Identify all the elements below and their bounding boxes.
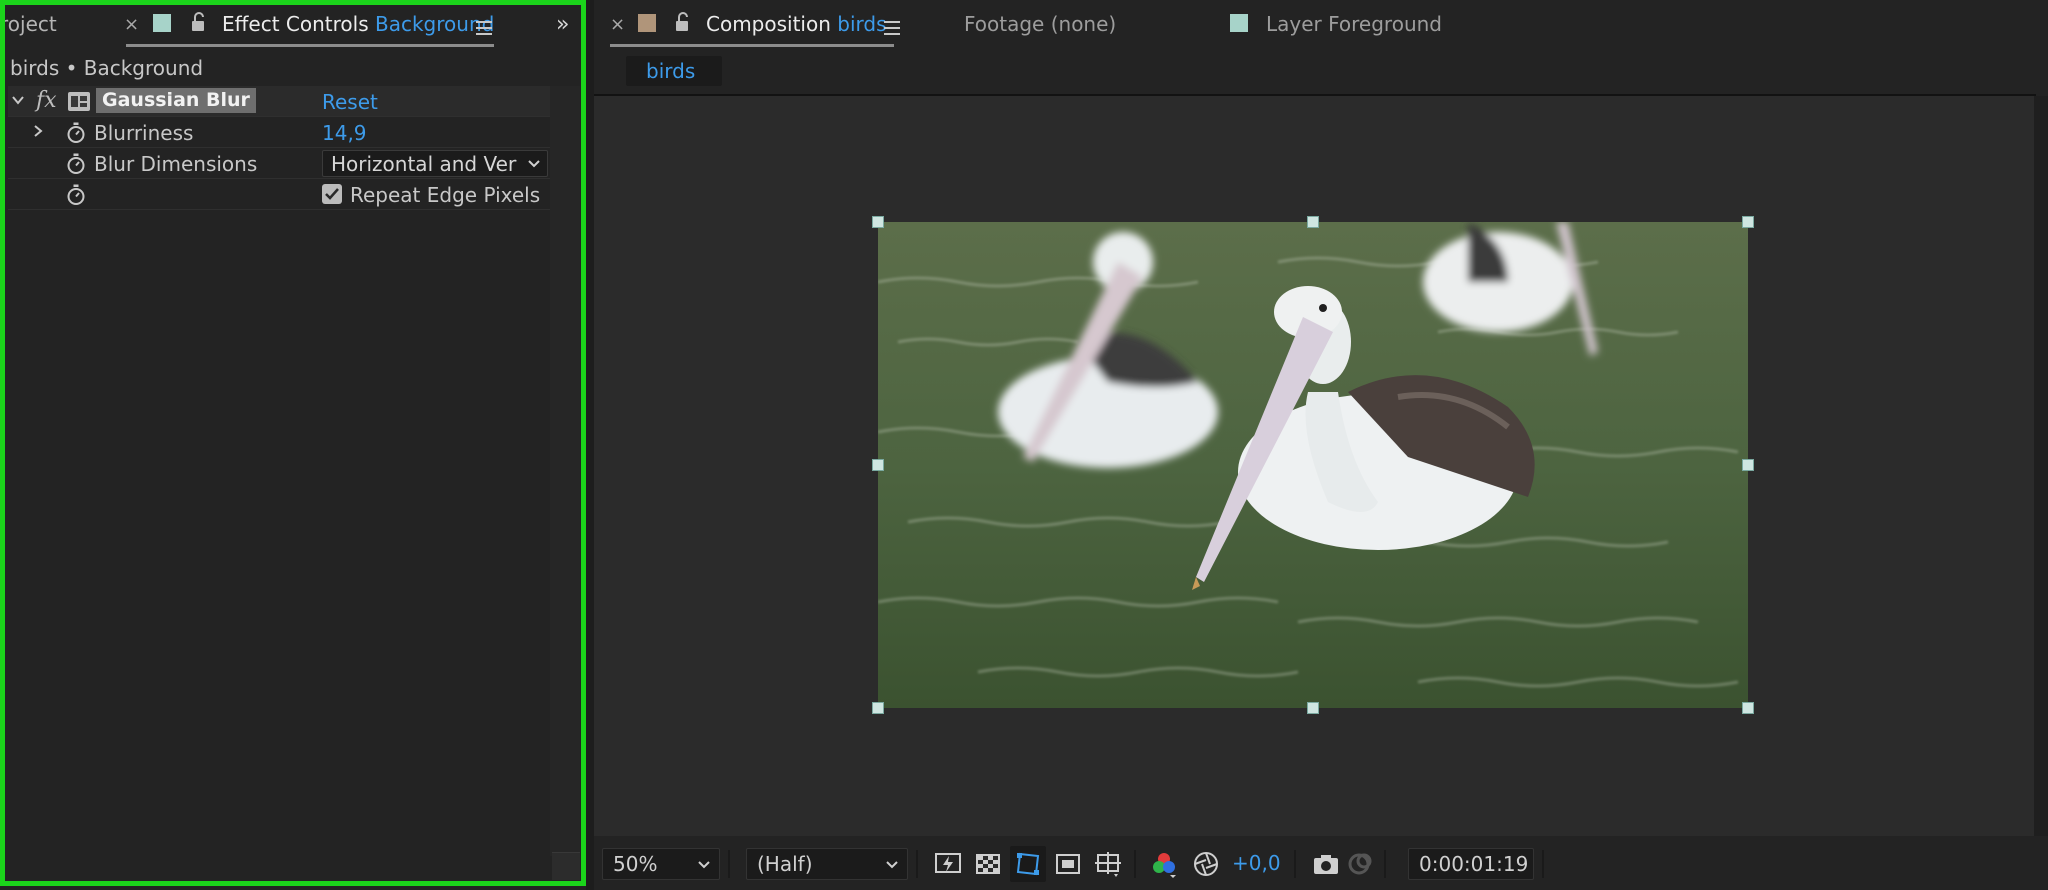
viewer-toolbar: 50% (Half) +0,0 0:00:01:19 — [594, 838, 2048, 890]
divider — [1384, 850, 1386, 878]
layer-bounding-handle[interactable] — [1742, 459, 1754, 471]
close-icon[interactable]: × — [124, 14, 139, 35]
fast-previews-icon[interactable] — [934, 850, 962, 878]
exposure-value[interactable]: +0,0 — [1232, 851, 1281, 875]
zoom-dropdown[interactable]: 50% — [602, 848, 720, 880]
comp-label-color-swatch — [638, 14, 656, 32]
blur-dimensions-dropdown[interactable]: Horizontal and Verti — [322, 150, 548, 177]
viewer-scrollbar[interactable] — [2034, 96, 2048, 836]
stopwatch-icon[interactable] — [66, 184, 86, 206]
dropdown-chevron-icon — [698, 861, 710, 869]
layer-bounding-handle[interactable] — [872, 216, 884, 228]
blurriness-value[interactable]: 14,9 — [322, 121, 367, 145]
layer-label-color-swatch — [153, 14, 171, 32]
layer-bounding-handle[interactable] — [1742, 702, 1754, 714]
checkbox-icon[interactable] — [322, 184, 342, 204]
tab-composition-name: birds — [837, 12, 887, 36]
comp-flowchart-tab-label: birds — [646, 59, 696, 83]
snapshot-icon[interactable] — [1312, 850, 1340, 878]
effect-badge-icon — [68, 92, 90, 111]
composition-panel: × Composition birds Footage (none) Layer… — [594, 0, 2048, 890]
region-of-interest-icon — [1016, 852, 1040, 876]
panel-tab-bar: roject × Effect Controls Background » — [0, 0, 586, 50]
footage-frame[interactable] — [878, 222, 1748, 708]
color-channels-icon[interactable] — [1150, 850, 1178, 878]
layer-bounding-handle[interactable] — [872, 702, 884, 714]
resolution-value: (Half) — [757, 852, 813, 876]
tab-effect-controls-label: Effect Controls — [222, 12, 369, 36]
disclosure-chevron-icon[interactable] — [30, 123, 46, 139]
divider — [1134, 850, 1136, 878]
tab-effect-controls[interactable]: Effect Controls Background — [222, 12, 494, 36]
layer-bounding-handle[interactable] — [1307, 216, 1319, 228]
divider — [728, 850, 730, 878]
effect-parameter-list: fx Gaussian Blur Reset Blurriness 14,9 B… — [8, 86, 550, 210]
disclosure-chevron-icon[interactable] — [10, 92, 26, 108]
param-row-repeat-edge-pixels: Repeat Edge Pixels — [8, 179, 550, 210]
param-label: Blur Dimensions — [94, 152, 258, 176]
dropdown-value: Horizontal and Verti — [331, 152, 517, 176]
zoom-value: 50% — [613, 852, 658, 876]
lock-icon[interactable] — [674, 12, 690, 37]
stopwatch-icon[interactable] — [66, 122, 86, 144]
comp-flowchart-tab[interactable]: birds — [626, 56, 722, 86]
mask-visibility-icon[interactable] — [1054, 850, 1082, 878]
param-row-blurriness: Blurriness 14,9 — [8, 117, 550, 148]
dropdown-chevron-icon — [528, 160, 540, 168]
divider — [916, 850, 918, 878]
pelican-footage-image — [878, 222, 1748, 708]
reset-exposure-icon[interactable] — [1192, 850, 1220, 878]
effect-name[interactable]: Gaussian Blur — [96, 88, 256, 113]
param-row-blur-dimensions: Blur Dimensions Horizontal and Verti — [8, 148, 550, 179]
active-tab-indicator — [126, 44, 494, 47]
tab-project[interactable]: roject — [0, 12, 57, 36]
lock-icon[interactable] — [190, 12, 206, 37]
overflow-chevron-icon[interactable]: » — [556, 12, 569, 37]
composition-viewer[interactable] — [594, 96, 2034, 836]
region-of-interest-button[interactable] — [1010, 846, 1046, 882]
layer-bounding-handle[interactable] — [1742, 216, 1754, 228]
dropdown-chevron-icon — [886, 861, 898, 869]
resolution-dropdown[interactable]: (Half) — [746, 848, 908, 880]
repeat-edge-pixels-label[interactable]: Repeat Edge Pixels — [350, 183, 540, 207]
layer-bounding-handle[interactable] — [1307, 702, 1319, 714]
timecode-display[interactable]: 0:00:01:19 — [1408, 848, 1534, 880]
divider — [1294, 850, 1296, 878]
transparency-grid-icon[interactable] — [974, 850, 1002, 878]
effect-controls-panel: roject × Effect Controls Background » bi… — [0, 0, 586, 890]
timecode-value: 0:00:01:19 — [1419, 852, 1529, 876]
layer-bounding-handle[interactable] — [872, 459, 884, 471]
fx-icon[interactable]: fx — [36, 88, 57, 113]
param-label: Blurriness — [94, 121, 194, 145]
show-snapshot-icon[interactable] — [1346, 850, 1374, 878]
scrollbar-corner — [552, 852, 580, 880]
divider — [1542, 850, 1544, 878]
tab-footage[interactable]: Footage (none) — [964, 12, 1116, 36]
layer-breadcrumb: birds • Background — [10, 56, 204, 80]
close-icon[interactable]: × — [610, 14, 625, 35]
panel-scrollbar[interactable] — [550, 86, 580, 856]
panel-menu-icon[interactable] — [476, 16, 492, 40]
tab-composition-label: Composition — [706, 12, 831, 36]
effect-header-row[interactable]: fx Gaussian Blur Reset — [8, 86, 550, 117]
reset-button[interactable]: Reset — [322, 90, 378, 114]
stopwatch-icon[interactable] — [66, 153, 86, 175]
tab-layer[interactable]: Layer Foreground — [1266, 12, 1442, 36]
panel-menu-icon[interactable] — [884, 16, 900, 40]
tab-composition[interactable]: Composition birds — [706, 12, 887, 36]
layer-label-color-swatch — [1230, 14, 1248, 32]
guides-icon[interactable] — [1094, 850, 1122, 878]
active-tab-indicator — [610, 44, 894, 47]
